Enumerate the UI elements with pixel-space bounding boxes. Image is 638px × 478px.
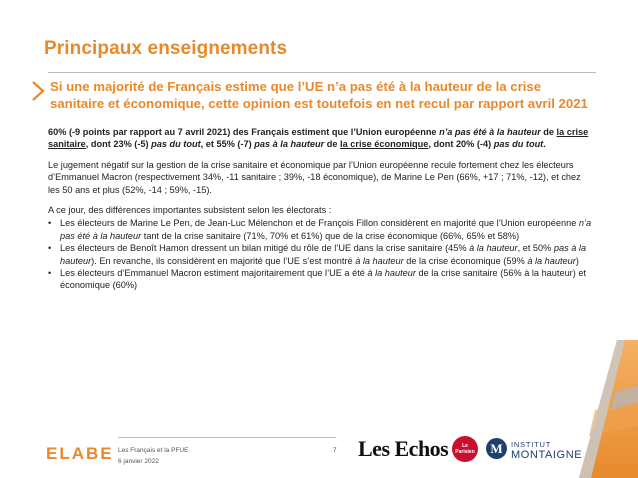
text-run: de	[324, 139, 341, 150]
page-number: 7	[333, 447, 337, 454]
text-run: à la hauteur	[469, 243, 518, 254]
text-run: 60% (-9 points par rapport au 7 avril 20…	[48, 127, 440, 137]
text-run: de	[540, 127, 557, 137]
text-run: à la hauteur	[367, 268, 416, 279]
text-run: , dont 20% (-4)	[428, 139, 494, 150]
list-item: Les électeurs de Benoît Hamon dressent u…	[48, 242, 593, 267]
text-run: la crise économique	[340, 139, 429, 150]
le-parisien-logo: Le Parisien	[452, 436, 478, 462]
page-title: Principaux enseignements	[44, 38, 288, 59]
text-run: pas du tout	[151, 139, 201, 150]
chevron-right-icon	[32, 81, 45, 101]
institut-label: INSTITUT	[511, 440, 552, 449]
text-run: Les électeurs d’Emmanuel Macron estiment…	[60, 268, 368, 279]
body-text: 60% (-9 points par rapport au 7 avril 20…	[48, 126, 593, 292]
footer-divider	[118, 437, 336, 438]
list-item: Les électeurs de Marine Le Pen, de Jean-…	[48, 217, 593, 242]
les-echos-logo: Les Echos	[358, 436, 449, 461]
footer-date: 6 janvier 2022	[118, 458, 159, 465]
text-run: de la crise économique (59%	[403, 255, 528, 266]
text-run: pas du tout	[493, 139, 544, 150]
text-run: ). En revanche, ils considèrent en major…	[91, 255, 356, 266]
montaigne-label: MONTAIGNE	[511, 449, 583, 461]
title-divider	[48, 72, 596, 73]
bullet-list: Les électeurs de Marine Le Pen, de Jean-…	[48, 217, 593, 291]
text-run: n’a pas été à la hauteur	[439, 127, 541, 137]
text-run: à la hauteur	[527, 255, 576, 266]
text-run: pas à la hauteur	[254, 139, 325, 150]
paragraph-key-figure: 60% (-9 points par rapport au 7 avril 20…	[48, 126, 593, 151]
footer-study-title: Les Français et la PFUE	[118, 447, 189, 454]
paragraph-intro: A ce jour, des différences importantes s…	[48, 205, 332, 216]
institut-montaigne-logo-icon: M	[486, 438, 507, 459]
text-run: , dont 23% (-5)	[85, 139, 152, 150]
elabe-logo: ELABE	[46, 444, 114, 463]
text-run: à la hauteur	[355, 255, 404, 266]
text-run: , et 55% (-7)	[200, 139, 255, 150]
text-run: , et 50%	[517, 243, 554, 254]
text-run: Les électeurs de Marine Le Pen, de Jean-…	[60, 218, 579, 229]
list-item: Les électeurs d’Emmanuel Macron estiment…	[48, 267, 593, 292]
headline: Si une majorité de Français estime que l…	[50, 79, 588, 111]
paragraph-trend: Le jugement négatif sur la gestion de la…	[48, 159, 581, 195]
text-run: )	[575, 255, 579, 266]
text-run: Les électeurs de Benoît Hamon dressent u…	[60, 243, 470, 254]
text-run: .	[543, 139, 546, 150]
text-run: tant de la crise sanitaire (71%, 70% et …	[141, 230, 520, 241]
